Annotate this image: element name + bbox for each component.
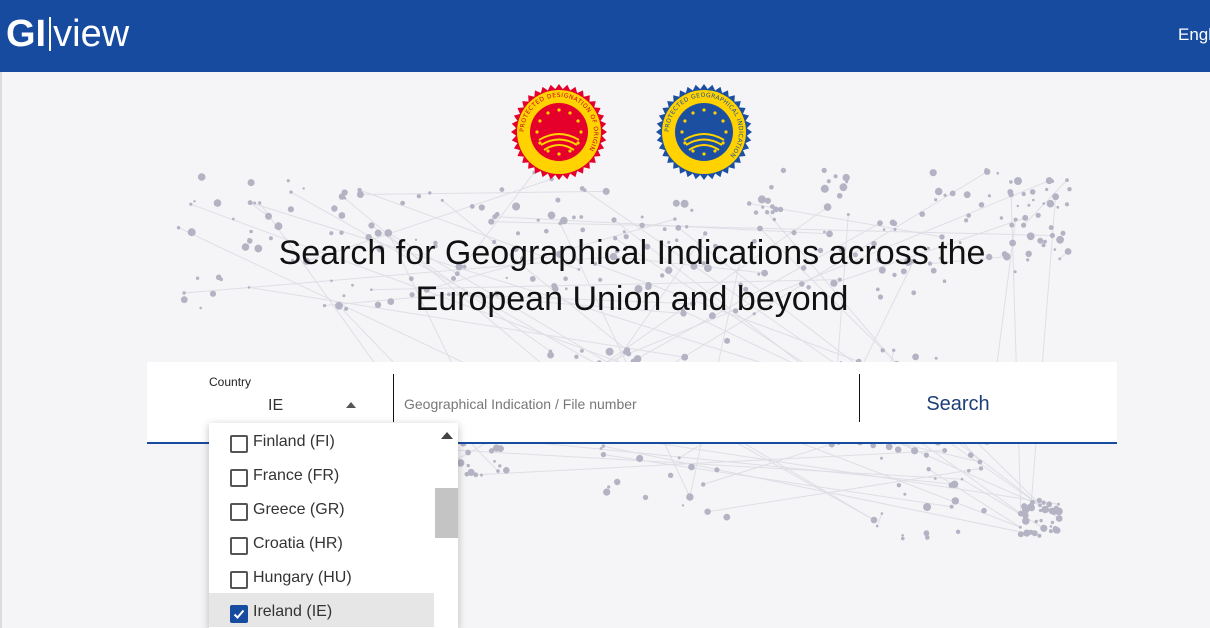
hero-line-1: Search for Geographical Indications acro… <box>278 234 986 272</box>
dropdown-scrollbar[interactable] <box>435 423 458 628</box>
country-option-label: Ireland (IE) <box>253 603 333 620</box>
checkbox[interactable] <box>230 571 248 589</box>
country-label: Country <box>209 375 252 389</box>
gi-search-input[interactable] <box>397 384 864 424</box>
logo-gi: GI <box>6 13 47 55</box>
checkbox-checked[interactable] <box>230 605 248 623</box>
pgi-seal: PROTECTED GEOGRAPHICAL INDICATION <box>656 84 752 180</box>
checkbox[interactable] <box>230 469 248 487</box>
caret-up-icon[interactable] <box>346 402 356 408</box>
country-option-label: France (FR) <box>253 467 340 484</box>
checkbox[interactable] <box>230 537 248 555</box>
country-option-label: Hungary (HU) <box>253 569 352 586</box>
country-select[interactable]: IE <box>268 397 283 415</box>
country-option-fr[interactable]: France (FR) <box>209 457 434 491</box>
logo-view: view <box>53 13 130 55</box>
country-option-label: Greece (GR) <box>253 501 345 518</box>
hero-line-2: European Union and beyond <box>415 280 849 318</box>
country-option-fi[interactable]: Finland (FI) <box>209 423 434 457</box>
search-button[interactable]: Search <box>860 384 1056 424</box>
checkbox[interactable] <box>230 435 248 453</box>
country-option-ie[interactable]: Ireland (IE) <box>209 593 434 627</box>
country-option-hr[interactable]: Croatia (HR) <box>209 525 434 559</box>
scroll-up-arrow-icon[interactable] <box>441 432 453 439</box>
country-option-hu[interactable]: Hungary (HU) <box>209 559 434 593</box>
pdo-seal: PROTECTED DESIGNATION OF ORIGIN <box>511 84 607 180</box>
logo-divider <box>49 17 52 51</box>
country-options-list: Finland (FI) France (FR) Greece (GR) Cro… <box>209 423 434 627</box>
checkbox[interactable] <box>230 503 248 521</box>
language-selector[interactable]: English <box>1178 25 1210 45</box>
country-dropdown: Finland (FI) France (FR) Greece (GR) Cro… <box>209 423 458 628</box>
hero-headline: Search for Geographical Indications acro… <box>160 230 1104 322</box>
country-option-label: Finland (FI) <box>253 433 335 450</box>
scrollbar-thumb[interactable] <box>435 488 458 538</box>
checkmark-icon <box>233 609 245 619</box>
country-option-label: Croatia (HR) <box>253 535 343 552</box>
giview-logo[interactable]: GI view <box>6 10 129 58</box>
country-option-gr[interactable]: Greece (GR) <box>209 491 434 525</box>
top-bar: GIview English <box>0 0 1210 72</box>
field-divider <box>393 374 394 422</box>
